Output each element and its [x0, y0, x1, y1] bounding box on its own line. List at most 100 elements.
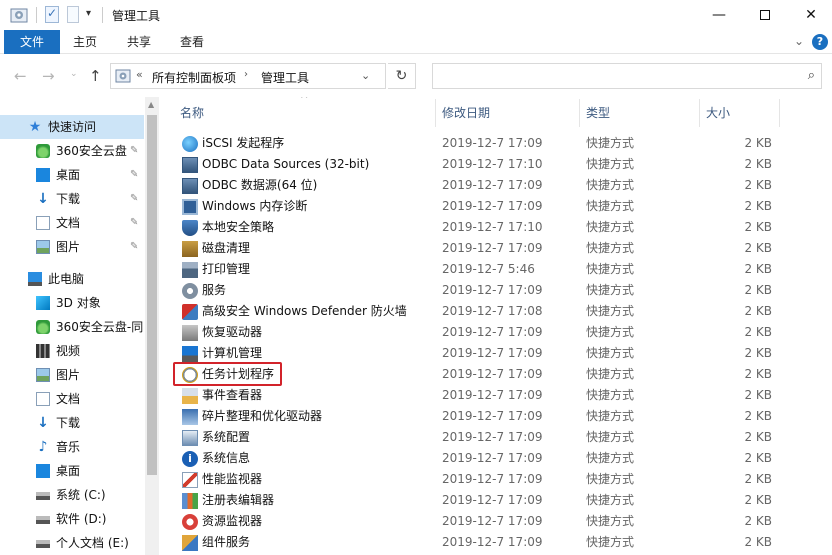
- column-header-name[interactable]: 名称: [180, 97, 438, 129]
- file-row[interactable]: ODBC Data Sources (32-bit) 2019-12-7 17:1…: [160, 154, 800, 175]
- sidebar-item-label: 下载: [56, 192, 81, 206]
- file-row[interactable]: 组件服务 2019-12-7 17:09 快捷方式 2 KB: [160, 532, 800, 553]
- file-row[interactable]: 高级安全 Windows Defender 防火墙 2019-12-7 17:08…: [160, 301, 800, 322]
- file-row[interactable]: Windows 内存诊断 2019-12-7 17:09 快捷方式 2 KB: [160, 196, 800, 217]
- odbc-icon: [182, 157, 198, 173]
- customize-toolbar-dropdown[interactable]: ▾: [86, 8, 91, 26]
- sidebar-item[interactable]: 软件 (D:): [0, 507, 144, 531]
- scroll-up-icon[interactable]: ▲: [148, 100, 154, 109]
- file-row[interactable]: 资源监视器 2019-12-7 17:09 快捷方式 2 KB: [160, 511, 800, 532]
- file-row[interactable]: 打印管理 2019-12-7 5:46 快捷方式 2 KB: [160, 259, 800, 280]
- properties-icon[interactable]: [10, 6, 28, 24]
- sidebar-item[interactable]: ★ 快速访问: [0, 115, 144, 139]
- file-size: 2 KB: [744, 430, 772, 444]
- sidebar-item-label: 360安全云盘-同: [56, 320, 144, 334]
- breadcrumb-admin-tools[interactable]: 管理工具: [261, 69, 309, 86]
- sidebar-item[interactable]: ♪ 音乐: [0, 435, 144, 459]
- back-button[interactable]: ←: [14, 67, 27, 85]
- file-row[interactable]: 事件查看器 2019-12-7 17:09 快捷方式 2 KB: [160, 385, 800, 406]
- column-header-size[interactable]: 大小: [706, 97, 776, 129]
- search-icon[interactable]: ⌕: [808, 68, 815, 83]
- sidebar-item[interactable]: 文档 ✎: [0, 211, 144, 235]
- refresh-button[interactable]: ↻: [388, 63, 416, 89]
- search-box[interactable]: ⌕: [432, 63, 822, 89]
- file-size: 2 KB: [744, 514, 772, 528]
- file-size: 2 KB: [744, 346, 772, 360]
- help-icon[interactable]: ?: [812, 34, 828, 50]
- file-row[interactable]: ODBC 数据源(64 位) 2019-12-7 17:09 快捷方式 2 KB: [160, 175, 800, 196]
- file-name: 高级安全 Windows Defender 防火墙: [202, 304, 407, 318]
- maximize-button[interactable]: [742, 0, 788, 30]
- memory-diagnostic-icon: [182, 199, 198, 215]
- tab-view[interactable]: 查看: [168, 30, 216, 54]
- tab-home[interactable]: 主页: [62, 30, 108, 54]
- breadcrumb-overflow[interactable]: «: [136, 68, 143, 81]
- sidebar-item-label: 下载: [56, 416, 81, 430]
- column-divider[interactable]: [699, 99, 700, 127]
- file-row[interactable]: 性能监视器 2019-12-7 17:09 快捷方式 2 KB: [160, 469, 800, 490]
- sidebar-item[interactable]: 此电脑: [0, 267, 144, 291]
- file-row[interactable]: i 系统信息 2019-12-7 17:09 快捷方式 2 KB: [160, 448, 800, 469]
- address-bar[interactable]: « 所有控制面板项 › 管理工具 ⌄: [110, 63, 386, 89]
- new-folder-icon[interactable]: [67, 6, 79, 23]
- checkbox-icon[interactable]: [45, 6, 59, 23]
- file-row[interactable]: 系统配置 2019-12-7 17:09 快捷方式 2 KB: [160, 427, 800, 448]
- up-button[interactable]: ↑: [89, 67, 102, 85]
- quick-access-divider: [102, 7, 103, 23]
- breadcrumb-control-panel[interactable]: 所有控制面板项: [152, 69, 236, 86]
- column-divider[interactable]: [579, 99, 580, 127]
- recent-locations-dropdown[interactable]: ⌄: [70, 69, 78, 79]
- sidebar-item[interactable]: 3D 对象: [0, 291, 144, 315]
- sidebar-item[interactable]: 图片: [0, 363, 144, 387]
- sidebar-item[interactable]: 视频: [0, 339, 144, 363]
- file-row[interactable]: 碎片整理和优化驱动器 2019-12-7 17:09 快捷方式 2 KB: [160, 406, 800, 427]
- column-header-type[interactable]: 类型: [586, 97, 698, 129]
- file-name: iSCSI 发起程序: [202, 136, 285, 150]
- scrollbar-thumb[interactable]: [147, 115, 157, 475]
- file-row[interactable]: 注册表编辑器 2019-12-7 17:09 快捷方式 2 KB: [160, 490, 800, 511]
- printer-icon: [182, 262, 198, 278]
- column-header-date[interactable]: 修改日期: [442, 97, 578, 129]
- sidebar-item[interactable]: 桌面: [0, 459, 144, 483]
- sidebar-item[interactable]: 桌面 ✎: [0, 163, 144, 187]
- file-date: 2019-12-7 17:09: [442, 199, 543, 213]
- sidebar-item[interactable]: 文档: [0, 387, 144, 411]
- pictures-icon: [36, 240, 50, 254]
- file-date: 2019-12-7 17:10: [442, 157, 543, 171]
- sidebar-item[interactable]: 图片 ✎: [0, 235, 144, 259]
- column-divider[interactable]: [435, 99, 436, 127]
- close-button[interactable]: ✕: [788, 0, 832, 30]
- tab-file[interactable]: 文件: [4, 30, 60, 54]
- file-row[interactable]: iSCSI 发起程序 2019-12-7 17:09 快捷方式 2 KB: [160, 133, 800, 154]
- iscsi-icon: [182, 136, 198, 152]
- sidebar-item[interactable]: ↓ 下载 ✎: [0, 187, 144, 211]
- navigation-scrollbar[interactable]: ▲: [145, 97, 159, 555]
- file-date: 2019-12-7 17:10: [442, 220, 543, 234]
- pin-icon: ✎: [130, 217, 139, 228]
- forward-button[interactable]: →: [42, 67, 55, 85]
- minimize-button[interactable]: —: [696, 0, 742, 30]
- 3d-objects-icon: [36, 296, 50, 310]
- file-size: 2 KB: [744, 304, 772, 318]
- pin-icon: ✎: [130, 193, 139, 204]
- file-date: 2019-12-7 17:09: [442, 367, 543, 381]
- sidebar-item[interactable]: 个人文档 (E:): [0, 531, 144, 555]
- file-name: 恢复驱动器: [202, 325, 263, 339]
- file-row[interactable]: 计算机管理 2019-12-7 17:09 快捷方式 2 KB: [160, 343, 800, 364]
- breadcrumb-chevron-icon[interactable]: ›: [244, 69, 248, 80]
- file-row[interactable]: 磁盘清理 2019-12-7 17:09 快捷方式 2 KB: [160, 238, 800, 259]
- file-row[interactable]: 服务 2019-12-7 17:09 快捷方式 2 KB: [160, 280, 800, 301]
- sidebar-item[interactable]: 360安全云盘 ✎: [0, 139, 144, 163]
- file-row[interactable]: 本地安全策略 2019-12-7 17:10 快捷方式 2 KB: [160, 217, 800, 238]
- sidebar-item[interactable]: 系统 (C:): [0, 483, 144, 507]
- file-row[interactable]: 恢复驱动器 2019-12-7 17:09 快捷方式 2 KB: [160, 322, 800, 343]
- search-input[interactable]: [433, 64, 783, 88]
- sidebar-item[interactable]: ↓ 下载: [0, 411, 144, 435]
- expand-ribbon-chevron-icon[interactable]: ⌄: [794, 34, 804, 48]
- file-size: 2 KB: [744, 325, 772, 339]
- file-size: 2 KB: [744, 241, 772, 255]
- tab-share[interactable]: 共享: [115, 30, 163, 54]
- sidebar-item[interactable]: 360安全云盘-同: [0, 315, 144, 339]
- column-divider[interactable]: [779, 99, 780, 127]
- address-dropdown-icon[interactable]: ⌄: [361, 69, 370, 82]
